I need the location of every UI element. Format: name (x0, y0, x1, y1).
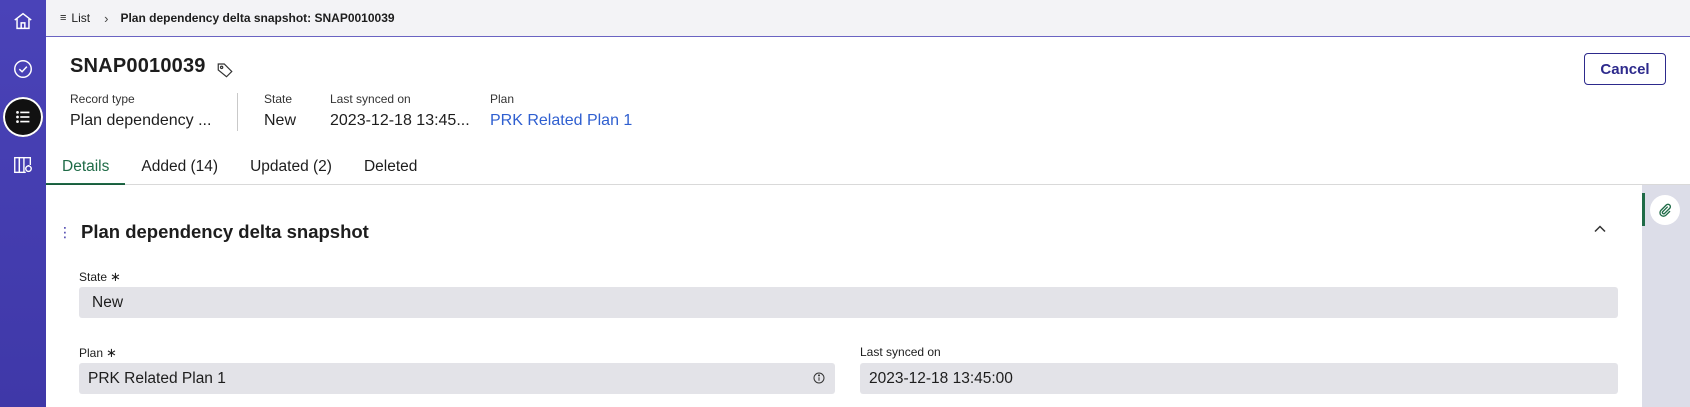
meta-value: New (264, 112, 297, 129)
right-side-panel (1642, 185, 1690, 407)
menu-lines-icon: ≡ (60, 12, 67, 24)
drag-handle-icon[interactable]: ⋮ (58, 225, 72, 239)
tab-deleted[interactable]: Deleted (348, 156, 433, 185)
chevron-right-icon: › (104, 10, 109, 26)
plan-label-text: Plan (79, 346, 104, 360)
left-nav-rail (0, 0, 46, 407)
home-icon (14, 12, 32, 30)
breadcrumb-list-link[interactable]: ≡ List (60, 11, 90, 25)
required-icon: ∗ (110, 269, 121, 284)
meta-label: State (264, 92, 293, 106)
meta-record-type: Record type Plan dependency ... (70, 92, 211, 130)
breadcrumb-list-label: List (71, 11, 91, 25)
last-synced-field[interactable]: 2023-12-18 13:45:00 (860, 363, 1618, 394)
tab-added[interactable]: Added (14) (125, 156, 234, 185)
plan-field[interactable]: PRK Related Plan 1 (79, 363, 835, 394)
paperclip-icon (1659, 203, 1671, 217)
plan-field-value: PRK Related Plan 1 (88, 369, 226, 387)
record-header: SNAP0010039 Cancel Record type Plan depe… (46, 37, 1690, 185)
section-title: Plan dependency delta snapshot (81, 221, 369, 242)
tag-icon[interactable] (216, 61, 234, 79)
details-form: ⋮ Plan dependency delta snapshot State ∗ … (46, 185, 1642, 407)
plan-link[interactable]: PRK Related Plan 1 (490, 112, 632, 130)
meta-value: Plan dependency ... (70, 112, 212, 129)
tab-details[interactable]: Details (46, 156, 126, 185)
meta-label: Last synced on (330, 92, 411, 106)
last-synced-field-label: Last synced on (860, 345, 941, 359)
last-synced-field-value: 2023-12-18 13:45:00 (869, 369, 1013, 387)
state-field-value: New (92, 293, 124, 311)
map-icon (14, 156, 32, 174)
record-title: SNAP0010039 (70, 55, 206, 77)
info-icon[interactable] (813, 372, 825, 384)
approvals-button[interactable] (4, 50, 42, 88)
home-button[interactable] (4, 2, 42, 40)
breadcrumb: ≡ List › Plan dependency delta snapshot:… (46, 0, 1690, 37)
check-circle-icon (14, 60, 32, 78)
meta-plan: Plan PRK Related Plan 1 (490, 92, 632, 130)
required-icon: ∗ (106, 345, 117, 360)
side-panel-accent (1642, 193, 1645, 226)
meta-state: State New (264, 92, 296, 130)
meta-divider (237, 93, 238, 131)
breadcrumb-current: Plan dependency delta snapshot: SNAP0010… (120, 11, 395, 25)
record-tabs: Details Added (14) Updated (2) Deleted (46, 156, 433, 185)
list-nav-button[interactable] (3, 97, 43, 137)
map-button[interactable] (4, 146, 42, 184)
chevron-up-icon[interactable] (1592, 221, 1608, 237)
meta-value: 2023-12-18 13:45... (330, 112, 470, 129)
meta-label: Plan (490, 92, 515, 106)
meta-last-synced: Last synced on 2023-12-18 13:45... (330, 92, 470, 130)
tab-updated[interactable]: Updated (2) (234, 156, 348, 185)
attachments-button[interactable] (1650, 195, 1680, 225)
cancel-button[interactable]: Cancel (1584, 53, 1666, 85)
state-label-text: State (79, 270, 108, 284)
list-icon (16, 111, 30, 123)
state-field-label: State ∗ (79, 269, 121, 285)
plan-field-label: Plan ∗ (79, 345, 117, 361)
state-field[interactable]: New (79, 287, 1618, 318)
meta-label: Record type (70, 92, 135, 106)
